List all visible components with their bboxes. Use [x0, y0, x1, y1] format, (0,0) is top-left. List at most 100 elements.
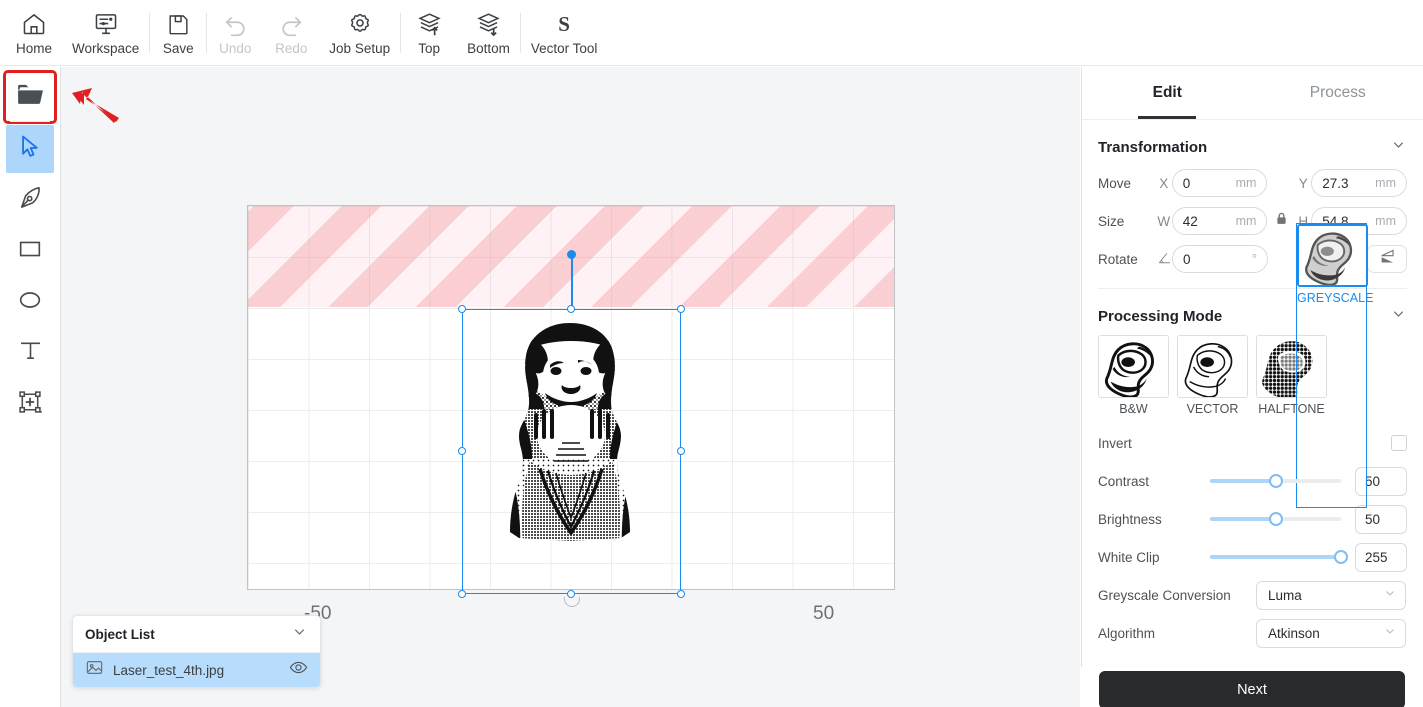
- ruler-label-right: 50: [813, 603, 835, 624]
- size-h-value: 54.8: [1322, 213, 1349, 229]
- tool-text[interactable]: [6, 329, 54, 377]
- contrast-slider[interactable]: [1210, 474, 1341, 488]
- flip-horizontal-button[interactable]: [1319, 245, 1359, 273]
- processing-mode-options: B&W GREYSCALE VECTOR HALFTONE: [1098, 223, 1407, 508]
- toolbar-label: Workspace: [72, 41, 140, 56]
- eye-icon[interactable]: [289, 658, 308, 682]
- toolbar-label: Save: [162, 41, 194, 56]
- no-go-zone-grid: [248, 206, 894, 307]
- tool-transform-frame[interactable]: [6, 380, 54, 428]
- contrast-value-input[interactable]: 50: [1355, 466, 1407, 496]
- canvas-area[interactable]: -50 50 Object List Laser_test_4th.jpg: [61, 67, 1080, 707]
- tab-process[interactable]: Process: [1253, 67, 1423, 119]
- chevron-down-icon[interactable]: [1390, 136, 1407, 158]
- brightness-value-input[interactable]: 50: [1355, 504, 1407, 534]
- size-h-input[interactable]: 54.8 mm: [1311, 207, 1407, 235]
- mode-option-vector[interactable]: VECTOR: [1177, 335, 1248, 416]
- algorithm-select[interactable]: Atkinson: [1256, 618, 1406, 648]
- app-root: Home Workspace Save Undo Redo Job Setup …: [0, 0, 1423, 707]
- size-w-unit: mm: [1235, 214, 1257, 228]
- send-to-bottom-icon: [475, 9, 502, 39]
- tool-select[interactable]: [6, 125, 54, 173]
- move-y-input[interactable]: 27.3 mm: [1311, 169, 1407, 197]
- next-button-bar: Next: [1081, 667, 1423, 707]
- contrast-slider-knob[interactable]: [1268, 474, 1283, 488]
- white-clip-row: White Clip 255: [1098, 538, 1407, 576]
- toolbar-label: Top: [418, 41, 440, 56]
- next-button[interactable]: Next: [1099, 671, 1405, 707]
- toolbar-button-redo[interactable]: Redo: [263, 3, 319, 63]
- chevron-down-icon[interactable]: [291, 623, 308, 645]
- rail-divider: [10, 121, 50, 122]
- brightness-slider-knob[interactable]: [1268, 512, 1283, 526]
- move-x-input[interactable]: 0 mm: [1171, 169, 1268, 197]
- size-w-axis-label: W: [1157, 213, 1171, 229]
- greyscale-conversion-label: Greyscale Conversion: [1098, 587, 1231, 603]
- greyscale-conversion-select[interactable]: Luma: [1256, 580, 1406, 610]
- white-clip-slider-knob[interactable]: [1334, 550, 1348, 564]
- transform-row-size: Size W 42 mm H 54.8 mm: [1098, 202, 1407, 240]
- greyscale-conversion-row: Greyscale Conversion Luma: [1098, 576, 1407, 614]
- move-x-axis-label: X: [1159, 175, 1169, 191]
- toolbar-label: Job Setup: [329, 41, 391, 56]
- rotate-input[interactable]: 0 °: [1172, 245, 1268, 273]
- rotate-label: Rotate: [1098, 251, 1138, 267]
- artwork-image[interactable]: [462, 309, 681, 594]
- flip-vertical-button[interactable]: [1367, 245, 1407, 273]
- section-divider: [1098, 288, 1407, 289]
- object-list-item-name: Laser_test_4th.jpg: [113, 662, 225, 678]
- lion-statue-raster: [510, 323, 630, 541]
- toolbar-button-save[interactable]: Save: [150, 3, 206, 63]
- algorithm-label: Algorithm: [1098, 625, 1156, 641]
- tool-open-file[interactable]: [3, 70, 57, 124]
- mode-option-bw[interactable]: B&W: [1098, 335, 1169, 416]
- white-clip-slider[interactable]: [1210, 550, 1348, 564]
- greyscale-conversion-value: Luma: [1268, 587, 1302, 603]
- object-list-row[interactable]: Laser_test_4th.jpg: [73, 653, 320, 687]
- toolbar-button-job-setup[interactable]: Job Setup: [319, 3, 400, 63]
- work-board[interactable]: [247, 205, 895, 607]
- object-list-header[interactable]: Object List: [73, 616, 320, 653]
- tab-edit-label: Edit: [1152, 84, 1182, 101]
- processing-mode-section-header[interactable]: Processing Mode: [1098, 305, 1407, 327]
- brightness-label: Brightness: [1098, 511, 1162, 527]
- angle-icon: [1156, 250, 1172, 268]
- workspace-icon: [93, 9, 119, 39]
- transformation-section-header[interactable]: Transformation: [1098, 136, 1407, 158]
- tool-rectangle[interactable]: [6, 227, 54, 275]
- left-tool-rail: [0, 67, 61, 707]
- tool-ellipse[interactable]: [6, 278, 54, 326]
- move-x-value: 0: [1182, 175, 1191, 191]
- aspect-lock-toggle[interactable]: [1267, 211, 1295, 231]
- algorithm-value: Atkinson: [1268, 625, 1320, 641]
- toolbar-button-undo[interactable]: Undo: [207, 3, 263, 63]
- brightness-slider[interactable]: [1210, 512, 1341, 526]
- ellipse-icon: [16, 286, 44, 319]
- toolbar-button-workspace[interactable]: Workspace: [62, 3, 149, 63]
- toolbar-button-bottom[interactable]: Bottom: [457, 3, 520, 63]
- flip-horizontal-icon: [1330, 247, 1349, 271]
- tool-pen[interactable]: [6, 176, 54, 224]
- algorithm-row: Algorithm Atkinson: [1098, 614, 1407, 652]
- white-clip-value-input[interactable]: 255: [1355, 542, 1407, 572]
- tab-edit[interactable]: Edit: [1082, 67, 1253, 119]
- mode-thumbnail: [1177, 335, 1248, 398]
- mode-option-halftone[interactable]: HALFTONE: [1256, 335, 1327, 416]
- mode-thumbnail: [1098, 335, 1169, 398]
- toolbar-label: Vector Tool: [530, 41, 598, 56]
- lock-closed-icon: [1274, 211, 1289, 231]
- toolbar-button-top[interactable]: Top: [401, 3, 457, 63]
- invert-checkbox[interactable]: [1391, 435, 1407, 451]
- transform-row-move: Move X 0 mm Y 27.3 mm: [1098, 164, 1407, 202]
- toolbar-label: Bottom: [467, 41, 510, 56]
- invert-label: Invert: [1098, 435, 1132, 451]
- chevron-down-icon[interactable]: [1390, 305, 1407, 327]
- toolbar-button-home[interactable]: Home: [6, 3, 62, 63]
- toolbar-button-vector-tool[interactable]: S Vector Tool: [521, 3, 608, 63]
- cursor-arrow-icon: [17, 133, 44, 165]
- rotate-unit: °: [1252, 252, 1257, 266]
- object-list-title: Object List: [85, 626, 155, 642]
- bottom-arc-handle[interactable]: [563, 597, 580, 607]
- invert-row: Invert: [1098, 424, 1407, 462]
- size-w-input[interactable]: 42 mm: [1171, 207, 1268, 235]
